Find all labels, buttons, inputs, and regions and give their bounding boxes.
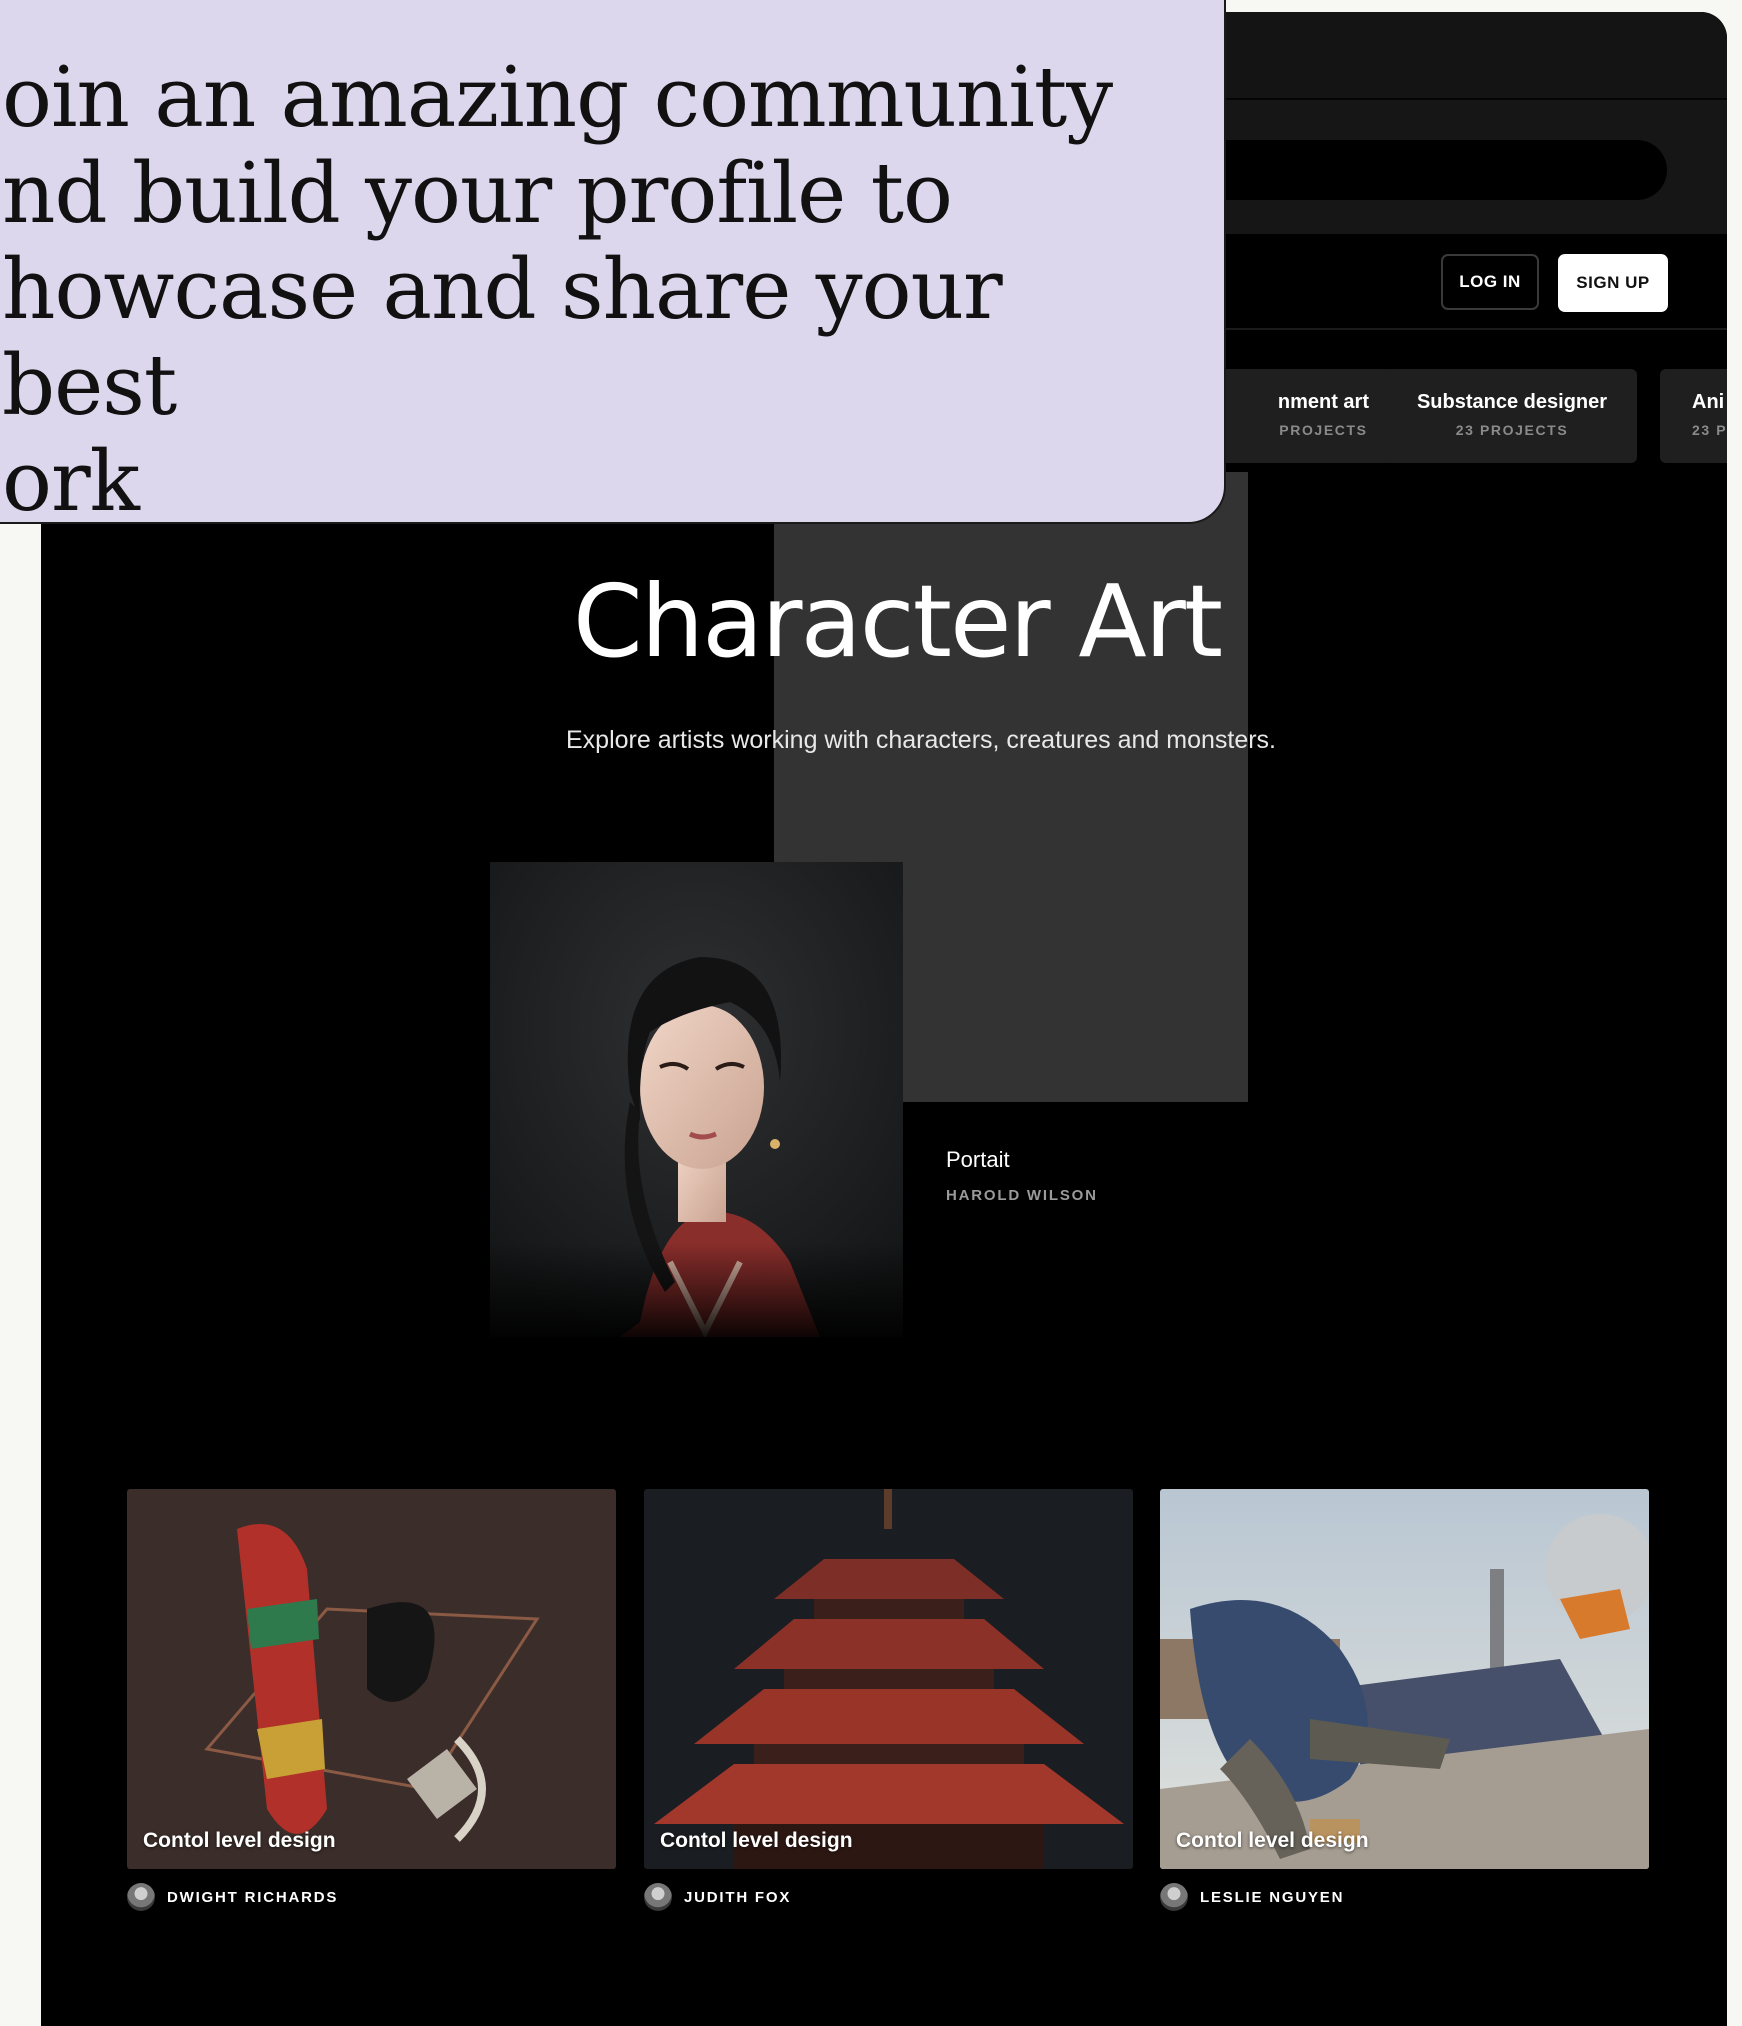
project-card[interactable]: Contol level design LESLIE NGUYEN <box>1160 1489 1649 1911</box>
image-fade-overlay <box>490 862 903 1337</box>
featured-artwork-image[interactable] <box>490 862 903 1337</box>
chip-count: 23 PROJECTS <box>1455 422 1569 438</box>
chip-count: 23 P <box>1692 422 1727 438</box>
author-name: DWIGHT RICHARDS <box>167 1888 339 1906</box>
chip-label: Ani <box>1692 391 1725 413</box>
project-author[interactable]: DWIGHT RICHARDS <box>127 1883 616 1911</box>
project-author[interactable]: JUDITH FOX <box>644 1883 1133 1911</box>
page-title: Character Art <box>572 563 1223 680</box>
author-name: LESLIE NGUYEN <box>1200 1888 1345 1906</box>
featured-title[interactable]: Portait <box>946 1147 1098 1173</box>
project-title: Contol level design <box>660 1829 853 1852</box>
project-author[interactable]: LESLIE NGUYEN <box>1160 1883 1649 1911</box>
chip-label: nment art <box>1277 391 1369 413</box>
project-title: Contol level design <box>143 1829 336 1852</box>
avatar <box>644 1883 672 1911</box>
chip-label: Substance designer <box>1416 391 1608 413</box>
project-thumbnail[interactable]: Contol level design <box>644 1489 1133 1869</box>
category-chip-substance-designer[interactable]: Substance designer 23 PROJECTS <box>1387 369 1637 463</box>
project-card[interactable]: Contol level design JUDITH FOX <box>644 1489 1133 1911</box>
project-card[interactable]: Contol level design DWIGHT RICHARDS <box>127 1489 616 1911</box>
author-name: JUDITH FOX <box>684 1888 792 1906</box>
project-thumbnail[interactable]: Contol level design <box>127 1489 616 1869</box>
promo-callout-text: oin an amazing community nd build your p… <box>2 49 1113 530</box>
featured-caption: Portait HAROLD WILSON <box>946 1147 1098 1204</box>
promo-callout: oin an amazing community nd build your p… <box>0 0 1226 530</box>
avatar <box>127 1883 155 1911</box>
login-button[interactable]: LOG IN <box>1441 254 1539 310</box>
page-subtitle: Explore artists working with characters,… <box>566 726 1276 754</box>
featured-author[interactable]: HAROLD WILSON <box>946 1187 1098 1204</box>
chip-count: PROJECTS <box>1279 422 1368 438</box>
project-title: Contol level design <box>1176 1829 1369 1852</box>
category-chip-animation[interactable]: Ani 23 P <box>1660 369 1727 463</box>
avatar <box>1160 1883 1188 1911</box>
signup-button[interactable]: SIGN UP <box>1558 254 1668 312</box>
project-thumbnail[interactable]: Contol level design <box>1160 1489 1649 1869</box>
